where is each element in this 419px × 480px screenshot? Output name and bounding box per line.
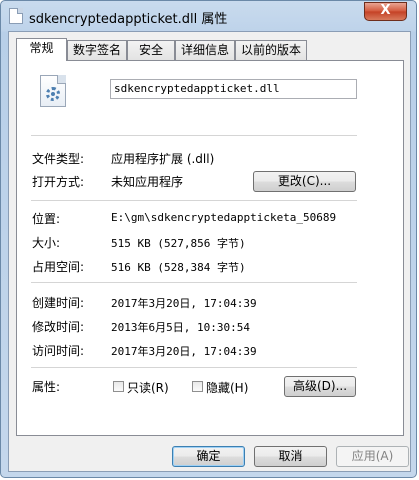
created-value: 2017年3月20日, 17:04:39 bbox=[111, 297, 257, 310]
dialog-client-area: 常规 数字签名 安全 详细信息 以前的版本 sdkencryptedapptic… bbox=[8, 31, 411, 472]
separator bbox=[31, 135, 357, 136]
open-with-label: 打开方式: bbox=[32, 175, 85, 189]
location-label: 位置: bbox=[32, 212, 61, 226]
file-type-value: 应用程序扩展 (.dll) bbox=[111, 152, 215, 166]
tab-security[interactable]: 安全 bbox=[127, 40, 175, 60]
size-label: 大小: bbox=[32, 236, 61, 250]
close-button[interactable]: X bbox=[364, 2, 407, 21]
separator bbox=[31, 200, 357, 201]
apply-button[interactable]: 应用(A) bbox=[336, 446, 409, 467]
accessed-label: 访问时间: bbox=[32, 344, 85, 358]
created-label: 创建时间: bbox=[32, 296, 85, 310]
readonly-checkbox[interactable] bbox=[113, 381, 124, 392]
modified-label: 修改时间: bbox=[32, 320, 85, 334]
title-bar[interactable]: sdkencryptedappticket.dll 属性 X bbox=[1, 1, 418, 31]
properties-window: sdkencryptedappticket.dll 属性 X 常规 数字签名 安… bbox=[0, 0, 417, 478]
location-value: E:\gm\sdkencryptedappticketa_50689 bbox=[111, 211, 337, 224]
tab-digital-signatures[interactable]: 数字签名 bbox=[67, 40, 127, 60]
tab-details[interactable]: 详细信息 bbox=[175, 40, 235, 60]
hidden-label[interactable]: 隐藏(H) bbox=[206, 379, 248, 396]
readonly-label[interactable]: 只读(R) bbox=[127, 379, 169, 396]
general-tab-panel: sdkencryptedappticket.dll 文件类型: 应用程序扩展 (… bbox=[16, 60, 404, 436]
gear-icon bbox=[46, 87, 60, 101]
tab-general[interactable]: 常规 bbox=[16, 38, 67, 61]
hidden-checkbox[interactable] bbox=[192, 381, 203, 392]
separator bbox=[31, 282, 357, 283]
file-type-label: 文件类型: bbox=[32, 152, 85, 166]
change-button[interactable]: 更改(C)... bbox=[253, 171, 356, 192]
size-value: 515 KB (527,856 字节) bbox=[111, 237, 246, 250]
file-name-field[interactable]: sdkencryptedappticket.dll bbox=[110, 79, 357, 99]
dll-gear-icon bbox=[40, 75, 66, 107]
open-with-value: 未知应用程序 bbox=[111, 175, 184, 189]
attributes-label: 属性: bbox=[32, 380, 61, 394]
accessed-value: 2017年3月20日, 17:04:39 bbox=[111, 345, 257, 358]
tab-previous-versions[interactable]: 以前的版本 bbox=[235, 40, 307, 60]
file-icon bbox=[9, 8, 23, 24]
modified-value: 2013年6月5日, 10:30:54 bbox=[111, 321, 250, 334]
cancel-button[interactable]: 取消 bbox=[254, 446, 327, 467]
separator bbox=[31, 367, 357, 368]
ok-button[interactable]: 确定 bbox=[172, 446, 245, 467]
size-on-disk-value: 516 KB (528,384 字节) bbox=[111, 261, 246, 274]
window-title: sdkencryptedappticket.dll 属性 bbox=[29, 12, 228, 27]
advanced-button[interactable]: 高级(D)... bbox=[284, 376, 356, 397]
size-on-disk-label: 占用空间: bbox=[32, 260, 85, 274]
